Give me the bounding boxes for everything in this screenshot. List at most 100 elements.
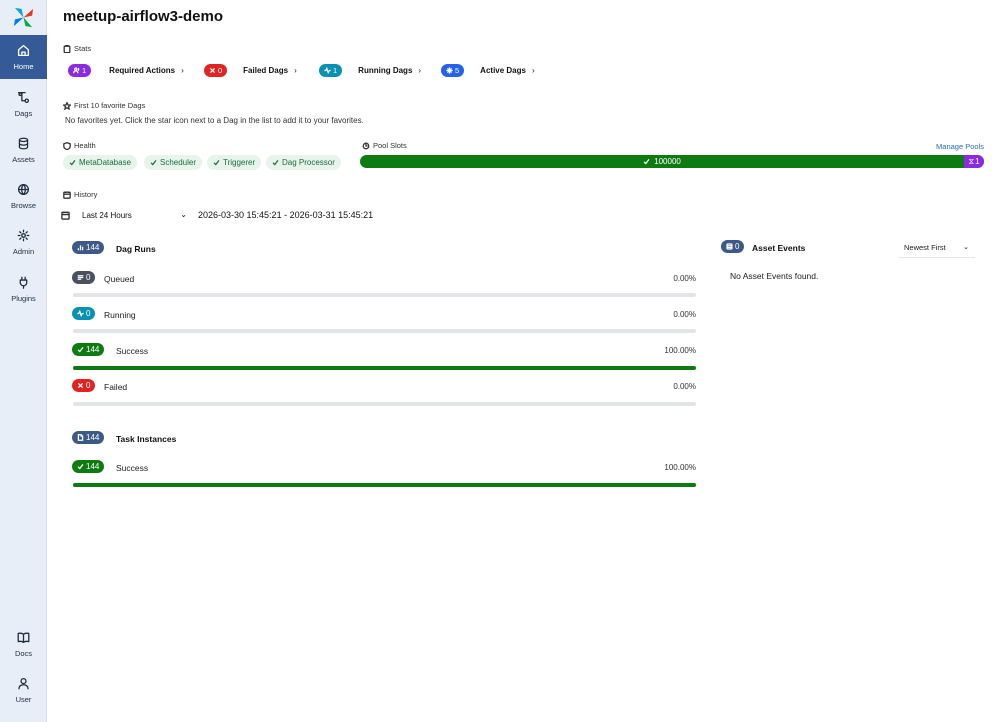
failed-percent: 0.00% <box>673 382 696 391</box>
success-progress-fill <box>73 366 696 370</box>
stat-label: Active Dags <box>480 65 526 75</box>
time-range-select[interactable]: Last 24 Hours ⌄ <box>61 207 187 224</box>
book-icon <box>17 632 30 643</box>
stat-label: Required Actions <box>109 65 176 75</box>
health-badge-label: Scheduler <box>160 158 197 167</box>
favorites-section-label: First 10 favorite Dags <box>63 101 145 110</box>
queued-progress-track <box>73 293 696 297</box>
asset-events-title: Asset Events <box>752 243 806 253</box>
calendar-icon <box>61 211 70 220</box>
stat-running-dags[interactable]: 1 Running Dags › <box>319 63 421 77</box>
clipboard-icon <box>63 44 71 53</box>
success-progress-track <box>73 366 696 370</box>
dags-icon <box>17 91 30 103</box>
queued-label: Queued <box>104 274 135 284</box>
page-title: meetup-airflow3-demo <box>63 8 224 25</box>
gear-icon <box>17 229 30 241</box>
stat-count-badge: 0 <box>204 63 228 77</box>
stats-label: Stats <box>74 44 92 53</box>
sidebar-item-docs[interactable]: Docs <box>0 622 47 666</box>
users-icon <box>73 66 80 73</box>
user-icon <box>18 677 29 689</box>
sidebar-item-label: User <box>15 694 32 704</box>
dag-runs-title: Dag Runs <box>116 244 156 254</box>
manage-pools-link[interactable]: Manage Pools <box>936 142 984 151</box>
hourglass-icon: ⧖ <box>968 156 975 166</box>
sidebar-item-home[interactable]: Home <box>0 35 47 79</box>
database-icon <box>726 243 733 250</box>
chevron-right-icon: › <box>531 65 535 75</box>
pool-other-segment: ⧖ 1 <box>964 155 984 168</box>
pool-label: Pool Slots <box>373 141 407 150</box>
asset-events-empty-text: No Asset Events found. <box>730 271 819 281</box>
sidebar-item-user[interactable]: User <box>0 668 47 712</box>
health-badge-label: MetaDatabase <box>79 158 132 167</box>
asset-events-count: 0 <box>735 242 740 251</box>
success-label: Success <box>116 346 149 356</box>
running-percent: 0.00% <box>673 310 696 319</box>
shield-icon <box>63 141 71 150</box>
asset-sort-select[interactable]: Newest First ⌄ <box>899 238 975 258</box>
health-badge-scheduler: Scheduler <box>144 155 203 170</box>
sidebar-item-admin[interactable]: Admin <box>0 220 47 264</box>
x-icon <box>77 382 84 389</box>
history-icon <box>63 191 71 199</box>
time-range-value: Last 24 Hours <box>82 211 132 220</box>
home-icon <box>17 44 30 56</box>
airflow-logo-icon[interactable] <box>12 6 35 29</box>
sidebar-item-plugins[interactable]: Plugins <box>0 267 47 311</box>
sidebar-item-label: Plugins <box>11 293 36 303</box>
task-instances-total-badge: 144 <box>72 431 105 444</box>
activity-icon <box>324 66 331 74</box>
stat-count-badge: 5 <box>441 63 465 77</box>
chevron-down-icon: ⌄ <box>180 210 187 219</box>
pool-slots-bar[interactable]: 100000 ⧖ 1 <box>360 155 984 168</box>
failed-label: Failed <box>104 382 128 392</box>
running-count: 0 <box>86 309 91 318</box>
stat-count-badge: 1 <box>68 63 92 77</box>
check-icon <box>272 160 279 166</box>
sidebar-item-dags[interactable]: Dags <box>0 82 47 126</box>
check-icon <box>69 160 76 166</box>
check-icon <box>213 160 220 166</box>
success-percent: 100.00% <box>664 346 696 355</box>
sidebar-item-label: Docs <box>14 648 33 658</box>
pool-open-count: 100000 <box>654 157 681 166</box>
running-count-badge[interactable]: 0 <box>72 307 96 320</box>
success-count: 144 <box>86 345 100 354</box>
main-content: meetup-airflow3-demo Stats 1 Required Ac… <box>47 0 1000 722</box>
queued-count-badge[interactable]: 0 <box>72 271 96 284</box>
stat-active-dags[interactable]: 5 Active Dags › <box>441 63 535 77</box>
stat-count: 1 <box>82 65 87 75</box>
stat-failed-dags[interactable]: 0 Failed Dags › <box>204 63 297 77</box>
stat-label: Failed Dags <box>243 65 289 75</box>
chevron-down-icon: ⌄ <box>963 244 969 251</box>
sidebar-item-label: Home <box>13 61 34 71</box>
sidebar-item-browse[interactable]: Browse <box>0 174 47 218</box>
running-progress-track <box>73 329 696 333</box>
globe-icon <box>17 183 30 195</box>
failed-count-badge[interactable]: 0 <box>72 379 96 392</box>
task-instances-title: Task Instances <box>116 434 177 444</box>
health-badge-triggerer: Triggerer <box>207 155 262 170</box>
pool-other-count: 1 <box>975 157 980 166</box>
stat-count-badge: 1 <box>319 63 343 77</box>
check-icon <box>150 160 157 166</box>
stat-required-actions[interactable]: 1 Required Actions › <box>68 63 184 77</box>
check-icon <box>77 347 84 353</box>
health-badge-label: Triggerer <box>223 158 256 167</box>
file-icon <box>77 434 84 441</box>
sidebar-item-label: Browse <box>10 200 36 210</box>
plug-icon <box>19 276 28 289</box>
favorites-label: First 10 favorite Dags <box>74 101 146 110</box>
history-label: History <box>74 190 98 199</box>
success-count-badge[interactable]: 144 <box>72 343 105 356</box>
database-icon <box>18 137 29 149</box>
sidebar-item-assets[interactable]: Assets <box>0 128 47 172</box>
failed-count: 0 <box>86 381 91 390</box>
favorites-empty-text: No favorites yet. Click the star icon ne… <box>65 116 364 125</box>
dag-runs-total-badge: 144 <box>72 241 105 254</box>
dag-runs-total: 144 <box>86 243 100 252</box>
pool-open-segment: 100000 <box>360 155 964 168</box>
ti-success-count-badge[interactable]: 144 <box>72 460 105 473</box>
